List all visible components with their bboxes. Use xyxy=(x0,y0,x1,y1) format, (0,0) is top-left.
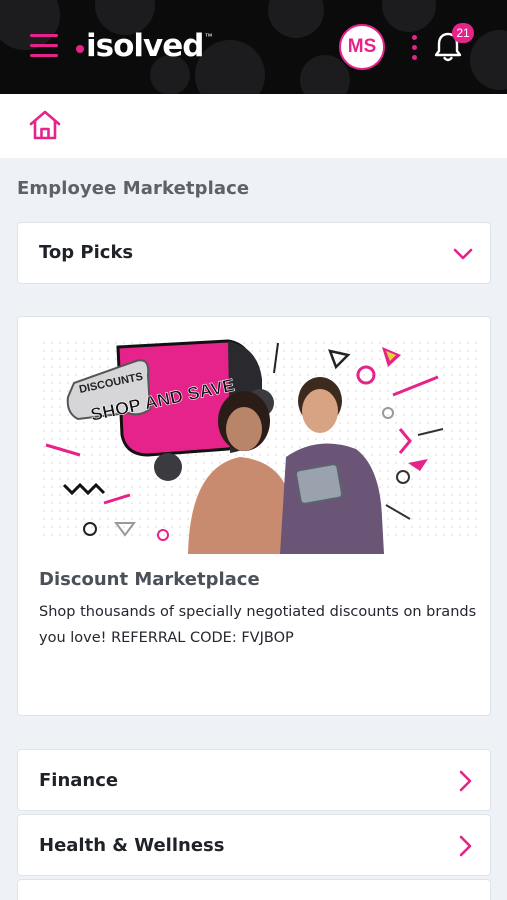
breadcrumb-bar xyxy=(0,94,507,158)
top-picks-label: Top Picks xyxy=(39,242,134,263)
isolved-logo: isolved ™ xyxy=(76,24,212,68)
health-wellness-category[interactable]: Health & Wellness xyxy=(17,814,491,876)
logo-wordmark: isolved xyxy=(86,28,204,64)
chevron-right-icon[interactable] xyxy=(456,769,474,798)
top-app-bar: isolved ™ MS 21 xyxy=(0,0,507,94)
header-pattern xyxy=(382,0,436,32)
finance-category[interactable]: Finance xyxy=(17,749,491,811)
header-pattern xyxy=(300,55,350,94)
notification-badge: 21 xyxy=(452,23,474,43)
user-avatar[interactable]: MS xyxy=(339,24,385,70)
avatar-initials: MS xyxy=(347,36,377,57)
home-icon[interactable] xyxy=(28,109,62,141)
logo-dot xyxy=(76,45,84,53)
health-wellness-label: Health & Wellness xyxy=(39,835,225,856)
header-pattern xyxy=(268,0,324,38)
next-category[interactable] xyxy=(17,879,491,900)
logo-trademark: ™ xyxy=(204,32,213,41)
chevron-right-icon[interactable] xyxy=(456,834,474,863)
chevron-down-icon[interactable] xyxy=(452,244,474,269)
page-title: Employee Marketplace xyxy=(17,178,250,199)
hamburger-icon[interactable] xyxy=(30,34,58,58)
top-picks-accordion[interactable]: Top Picks xyxy=(17,222,491,284)
header-pattern xyxy=(470,30,507,90)
promo-banner-image: DISCOUNTS SHOP AND SAVE xyxy=(18,317,490,554)
finance-label: Finance xyxy=(39,770,119,791)
discount-marketplace-card[interactable]: DISCOUNTS SHOP AND SAVE Discount Marketp… xyxy=(17,316,491,716)
promo-description: Shop thousands of specially negotiated d… xyxy=(39,604,477,646)
promo-title: Discount Marketplace xyxy=(39,569,260,590)
kebab-icon[interactable] xyxy=(410,35,420,61)
